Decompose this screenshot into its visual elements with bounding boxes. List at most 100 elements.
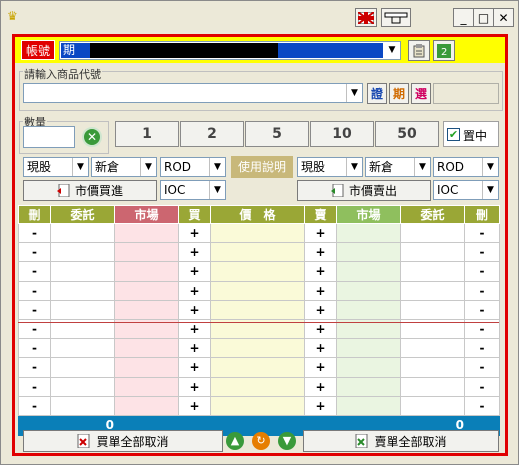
product-input[interactable]: ▼: [23, 83, 363, 103]
minimize-button[interactable]: _: [453, 8, 474, 27]
chevron-down-icon[interactable]: ▼: [482, 158, 498, 176]
sell-tif-select[interactable]: IOC ▼: [433, 180, 499, 200]
buy-cell[interactable]: +: [178, 376, 211, 397]
buy-tif-select[interactable]: IOC ▼: [160, 180, 226, 200]
chevron-down-icon[interactable]: ▼: [140, 158, 156, 176]
clear-quantity-button[interactable]: ✕: [82, 127, 102, 147]
delete-cell[interactable]: -: [464, 299, 500, 320]
delete-cell[interactable]: -: [18, 338, 51, 359]
order-header: 委託: [50, 205, 115, 224]
delete-cell[interactable]: -: [464, 280, 500, 301]
table-cell: [336, 299, 401, 320]
scroll-up-button[interactable]: ▲: [226, 432, 244, 450]
delete-cell[interactable]: -: [18, 357, 51, 378]
buy-cell[interactable]: +: [178, 357, 211, 378]
table-cell: [114, 261, 179, 282]
sell-cell[interactable]: +: [304, 280, 337, 301]
quantity-input[interactable]: [23, 126, 75, 148]
table-cell: [210, 376, 305, 397]
buy-cell[interactable]: +: [178, 395, 211, 416]
refresh-button[interactable]: 2: [433, 40, 455, 61]
chevron-down-icon[interactable]: ▼: [346, 84, 362, 102]
buy-cell[interactable]: +: [178, 280, 211, 301]
sell-cell[interactable]: +: [304, 376, 337, 397]
buy-cell[interactable]: +: [178, 242, 211, 263]
table-cell: [210, 395, 305, 416]
qty-2-button[interactable]: 2: [180, 121, 244, 147]
delete-cell[interactable]: -: [18, 261, 51, 282]
order-header: 委託: [400, 205, 465, 224]
buy-order-select[interactable]: ROD ▼: [160, 157, 226, 177]
table-cell: [114, 299, 179, 320]
delete-cell[interactable]: -: [18, 395, 51, 416]
table-cell: [336, 280, 401, 301]
center-price-button[interactable]: ↻: [252, 432, 270, 450]
buy-cell[interactable]: +: [178, 338, 211, 359]
chevron-down-icon[interactable]: ▼: [72, 158, 88, 176]
sell-cell[interactable]: +: [304, 242, 337, 263]
clear-icon: ✕: [86, 130, 98, 144]
delete-cell[interactable]: -: [464, 376, 500, 397]
flag-icon[interactable]: [355, 8, 377, 27]
center-checkbox[interactable]: ✔: [447, 128, 460, 141]
sell-cell[interactable]: +: [304, 395, 337, 416]
refresh-icon: 2: [437, 43, 451, 58]
chevron-down-icon[interactable]: ▼: [209, 181, 225, 199]
qty-5-button[interactable]: 5: [245, 121, 309, 147]
market-sell-button[interactable]: 市價賣出: [297, 180, 431, 201]
cancel-all-sell-button[interactable]: 賣單全部取消: [303, 430, 499, 452]
table-header-row: 刪委託 市場買價 格賣市場 委託刪: [18, 205, 500, 224]
scroll-down-button[interactable]: ▼: [278, 432, 296, 450]
sell-cell[interactable]: +: [304, 222, 337, 244]
buy-cell[interactable]: +: [178, 222, 211, 244]
chevron-down-icon[interactable]: ▼: [414, 158, 430, 176]
stock-button[interactable]: 證: [367, 83, 387, 104]
delete-cell[interactable]: -: [464, 222, 500, 244]
delete-cell[interactable]: -: [18, 222, 51, 244]
cancel-all-buy-button[interactable]: 買單全部取消: [23, 430, 223, 452]
app-crown-icon: ♛: [7, 9, 18, 23]
delete-cell[interactable]: -: [464, 242, 500, 263]
arrow-up-icon: ▲: [230, 434, 240, 447]
maximize-button[interactable]: □: [473, 8, 494, 27]
chevron-down-icon[interactable]: ▼: [384, 42, 400, 59]
qty-10-button[interactable]: 10: [310, 121, 374, 147]
delete-cell[interactable]: -: [464, 261, 500, 282]
market-buy-button[interactable]: 市價買進: [23, 180, 157, 201]
options-button[interactable]: 選: [411, 83, 431, 104]
buy-position-select[interactable]: 新倉 ▼: [91, 157, 157, 177]
table-cell: [336, 222, 401, 244]
qty-50-button[interactable]: 50: [375, 121, 439, 147]
cancel-all-buy-label: 買單全部取消: [96, 434, 169, 449]
delete-cell[interactable]: -: [464, 395, 500, 416]
delete-cell[interactable]: -: [18, 242, 51, 263]
sell-order-select[interactable]: ROD ▼: [433, 157, 499, 177]
delete-cell[interactable]: -: [18, 376, 51, 397]
pin-icon[interactable]: [381, 8, 411, 27]
delete-cell[interactable]: -: [464, 338, 500, 359]
close-button[interactable]: ✕: [493, 8, 514, 27]
sell-cell[interactable]: +: [304, 338, 337, 359]
buy-cell[interactable]: +: [178, 299, 211, 320]
price-header: 價 格: [210, 205, 305, 224]
sell-position-select[interactable]: 新倉 ▼: [365, 157, 431, 177]
qty-1-button[interactable]: 1: [115, 121, 179, 147]
sell-type-select[interactable]: 現股 ▼: [297, 157, 363, 177]
chevron-down-icon[interactable]: ▼: [209, 158, 225, 176]
recenter-icon: ↻: [256, 434, 266, 447]
delete-cell[interactable]: -: [18, 280, 51, 301]
sell-cell[interactable]: +: [304, 357, 337, 378]
delete-cell[interactable]: -: [464, 357, 500, 378]
buy-type-select[interactable]: 現股 ▼: [23, 157, 89, 177]
account-select[interactable]: 期 ▼: [59, 41, 401, 60]
delete-cell[interactable]: -: [18, 299, 51, 320]
clipboard-icon: [413, 43, 425, 57]
futures-button[interactable]: 期: [389, 83, 409, 104]
chevron-down-icon[interactable]: ▼: [482, 181, 498, 199]
clipboard-button[interactable]: [408, 40, 430, 61]
chevron-down-icon[interactable]: ▼: [346, 158, 362, 176]
sell-cell[interactable]: +: [304, 299, 337, 320]
buy-cell[interactable]: +: [178, 261, 211, 282]
sell-cell[interactable]: +: [304, 261, 337, 282]
instructions-button[interactable]: 使用說明: [231, 156, 293, 178]
